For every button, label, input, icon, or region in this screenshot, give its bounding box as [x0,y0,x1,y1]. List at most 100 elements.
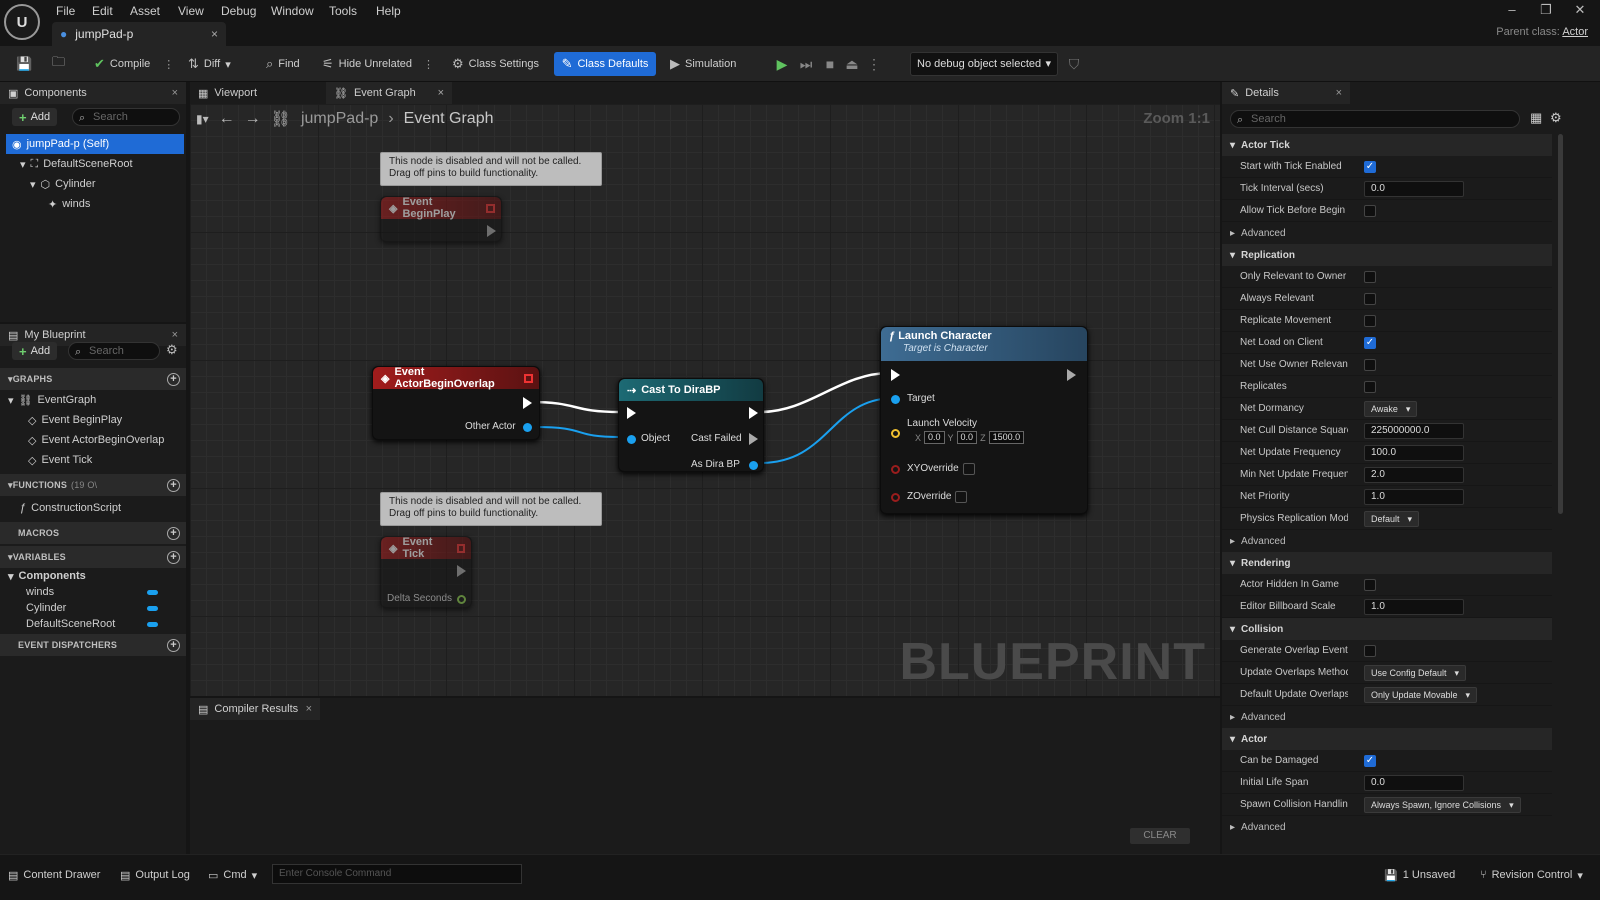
revision-control-button[interactable]: ⑂ Revision Control ▾ [1480,865,1583,885]
close-icon[interactable]: × [211,27,218,41]
property-checkbox[interactable] [1364,314,1376,327]
parent-class-link[interactable]: Actor [1562,26,1588,38]
exec-out-pin[interactable] [523,397,532,409]
advanced-expander[interactable]: ▸ Advanced [1222,222,1552,244]
macros-section[interactable]: MACROS + [0,522,186,544]
property-input[interactable]: 2.0 [1364,466,1464,483]
hide-unrelated-button[interactable]: ⚟ Hide Unrelated ⋮ [316,52,440,76]
details-search-input[interactable]: ⌕ Search [1230,110,1520,128]
property-select[interactable]: Use Config Default ▾ [1364,664,1467,681]
property-checkbox[interactable] [1364,204,1376,217]
asset-tab[interactable]: ● jumpPad-p × [52,22,226,46]
details-scrollbar[interactable] [1558,134,1563,514]
simulation-button[interactable]: ▶ Simulation [664,52,742,76]
settings-gear-icon[interactable]: ⚙ [166,342,178,358]
delta-seconds-pin[interactable] [457,595,466,604]
velocity-z-input[interactable]: 1500.0 [988,431,1025,444]
launch-velocity-pin[interactable] [891,429,900,438]
add-function-icon[interactable]: + [167,478,180,492]
tab-event-graph[interactable]: ⛓ Event Graph × [326,82,452,104]
property-checkbox[interactable] [1364,380,1376,393]
property-checkbox[interactable] [1364,270,1376,283]
add-macro-icon[interactable]: + [167,526,180,540]
compiler-results-tab[interactable]: ▤ Compiler Results × [190,698,320,720]
add-graph-icon[interactable]: + [167,372,180,386]
details-tab[interactable]: ✎ Details × [1222,82,1350,104]
component-winds[interactable]: ✦ winds [48,194,90,214]
details-section-header[interactable]: ▾ Actor [1222,728,1552,750]
property-checkbox[interactable] [1364,578,1376,591]
debug-object-select[interactable]: No debug object selected ▾ [910,52,1058,76]
console-input[interactable]: Enter Console Command [272,864,522,884]
save-icon[interactable]: 💾 [10,52,38,76]
close-icon[interactable]: × [1336,87,1342,99]
component-self[interactable]: ◉ jumpPad-p (Self) [6,134,184,154]
components-tab[interactable]: ▣ Components × [0,82,186,104]
property-input[interactable]: 1.0 [1364,598,1464,615]
exec-out-pin[interactable] [457,565,466,577]
add-dispatcher-icon[interactable]: + [167,638,180,652]
content-drawer-button[interactable]: ▤ Content Drawer [8,865,100,885]
advanced-expander[interactable]: ▸ Advanced [1222,530,1552,552]
menu-window[interactable]: Window [271,2,314,20]
menu-view[interactable]: View [178,2,204,20]
node-launch-character[interactable]: ƒ Launch Character Target is Character T… [880,326,1088,514]
add-variable-icon[interactable]: + [167,550,180,564]
close-icon[interactable]: × [172,329,178,341]
clear-button[interactable]: CLEAR [1130,828,1190,844]
menu-help[interactable]: Help [376,2,401,20]
minimize-icon[interactable]: – [1504,2,1520,18]
delegate-pin[interactable] [524,373,533,383]
debug-filter-icon[interactable]: ⛉ [1064,54,1084,74]
delegate-pin[interactable] [456,543,465,553]
components-search-input[interactable]: ⌕ Search [72,108,180,126]
stop-icon[interactable]: ■ [820,54,840,74]
step-icon[interactable]: ⏭ [796,54,816,74]
node-event-beginplay[interactable]: ◈ Event BeginPlay [380,196,502,242]
graphs-section[interactable]: ▾ GRAPHS + [0,368,186,390]
graph-eventgraph[interactable]: ▾ ⛓ EventGraph [8,390,96,410]
exec-in-pin[interactable] [627,407,636,419]
view-options-icon[interactable]: ▦ [1530,110,1542,126]
menu-debug[interactable]: Debug [221,2,256,20]
menu-edit[interactable]: Edit [92,2,113,20]
unreal-logo-icon[interactable]: U [4,4,40,40]
cast-failed-pin[interactable] [749,433,758,445]
property-checkbox[interactable]: ✓ [1364,336,1376,349]
xy-override-checkbox[interactable] [963,463,975,475]
property-select[interactable]: Default ▾ [1364,510,1420,527]
diff-button[interactable]: ⇅ Diff ▾ [182,52,237,76]
property-select[interactable]: Only Update Movable ▾ [1364,686,1478,703]
event-overlap-item[interactable]: ◇ Event ActorBeginOverlap [28,430,164,450]
exec-in-pin[interactable] [891,369,900,381]
output-log-button[interactable]: ▤ Output Log [120,865,190,885]
exec-out-pin[interactable] [1067,369,1076,381]
velocity-y-input[interactable]: 0.0 [956,431,978,444]
exec-out-pin[interactable] [749,407,758,419]
z-override-checkbox[interactable] [955,491,967,503]
details-section-header[interactable]: ▾ Rendering [1222,552,1552,574]
variables-section[interactable]: ▾ VARIABLES + [0,546,186,568]
node-cast-to-dirabp[interactable]: ⇢ Cast To DiraBP Object Cast Failed As Di… [618,378,764,472]
compile-button[interactable]: ✔ Compile ⋮ [88,52,180,76]
blueprint-search-input[interactable]: ⌕ Search [68,342,160,360]
cmd-dropdown[interactable]: ▭ Cmd ▾ [208,865,257,885]
target-pin[interactable] [891,395,900,404]
event-dispatchers-section[interactable]: EVENT DISPATCHERS + [0,634,186,656]
z-override-pin[interactable] [891,493,900,502]
property-checkbox[interactable]: ✓ [1364,754,1376,767]
property-input[interactable]: 100.0 [1364,444,1464,461]
eject-icon[interactable]: ⏏ [842,54,862,74]
property-checkbox[interactable] [1364,644,1376,657]
xy-override-pin[interactable] [891,465,900,474]
object-pin[interactable] [627,435,636,444]
delegate-pin[interactable] [486,203,495,213]
add-member-button[interactable]: + Add [12,342,58,360]
component-defaultsceneroot[interactable]: ▾ ⛶ DefaultSceneRoot [20,154,133,174]
play-icon[interactable]: ▶ [772,54,792,74]
exec-out-pin[interactable] [487,225,496,237]
event-beginplay-item[interactable]: ◇ Event BeginPlay [28,410,122,430]
class-settings-button[interactable]: ⚙ Class Settings [446,52,545,76]
other-actor-pin[interactable] [523,423,532,432]
event-graph-canvas[interactable]: ▮▾ ← → ⛓ jumpPad-p › Event Graph Zoom 1:… [190,104,1220,696]
